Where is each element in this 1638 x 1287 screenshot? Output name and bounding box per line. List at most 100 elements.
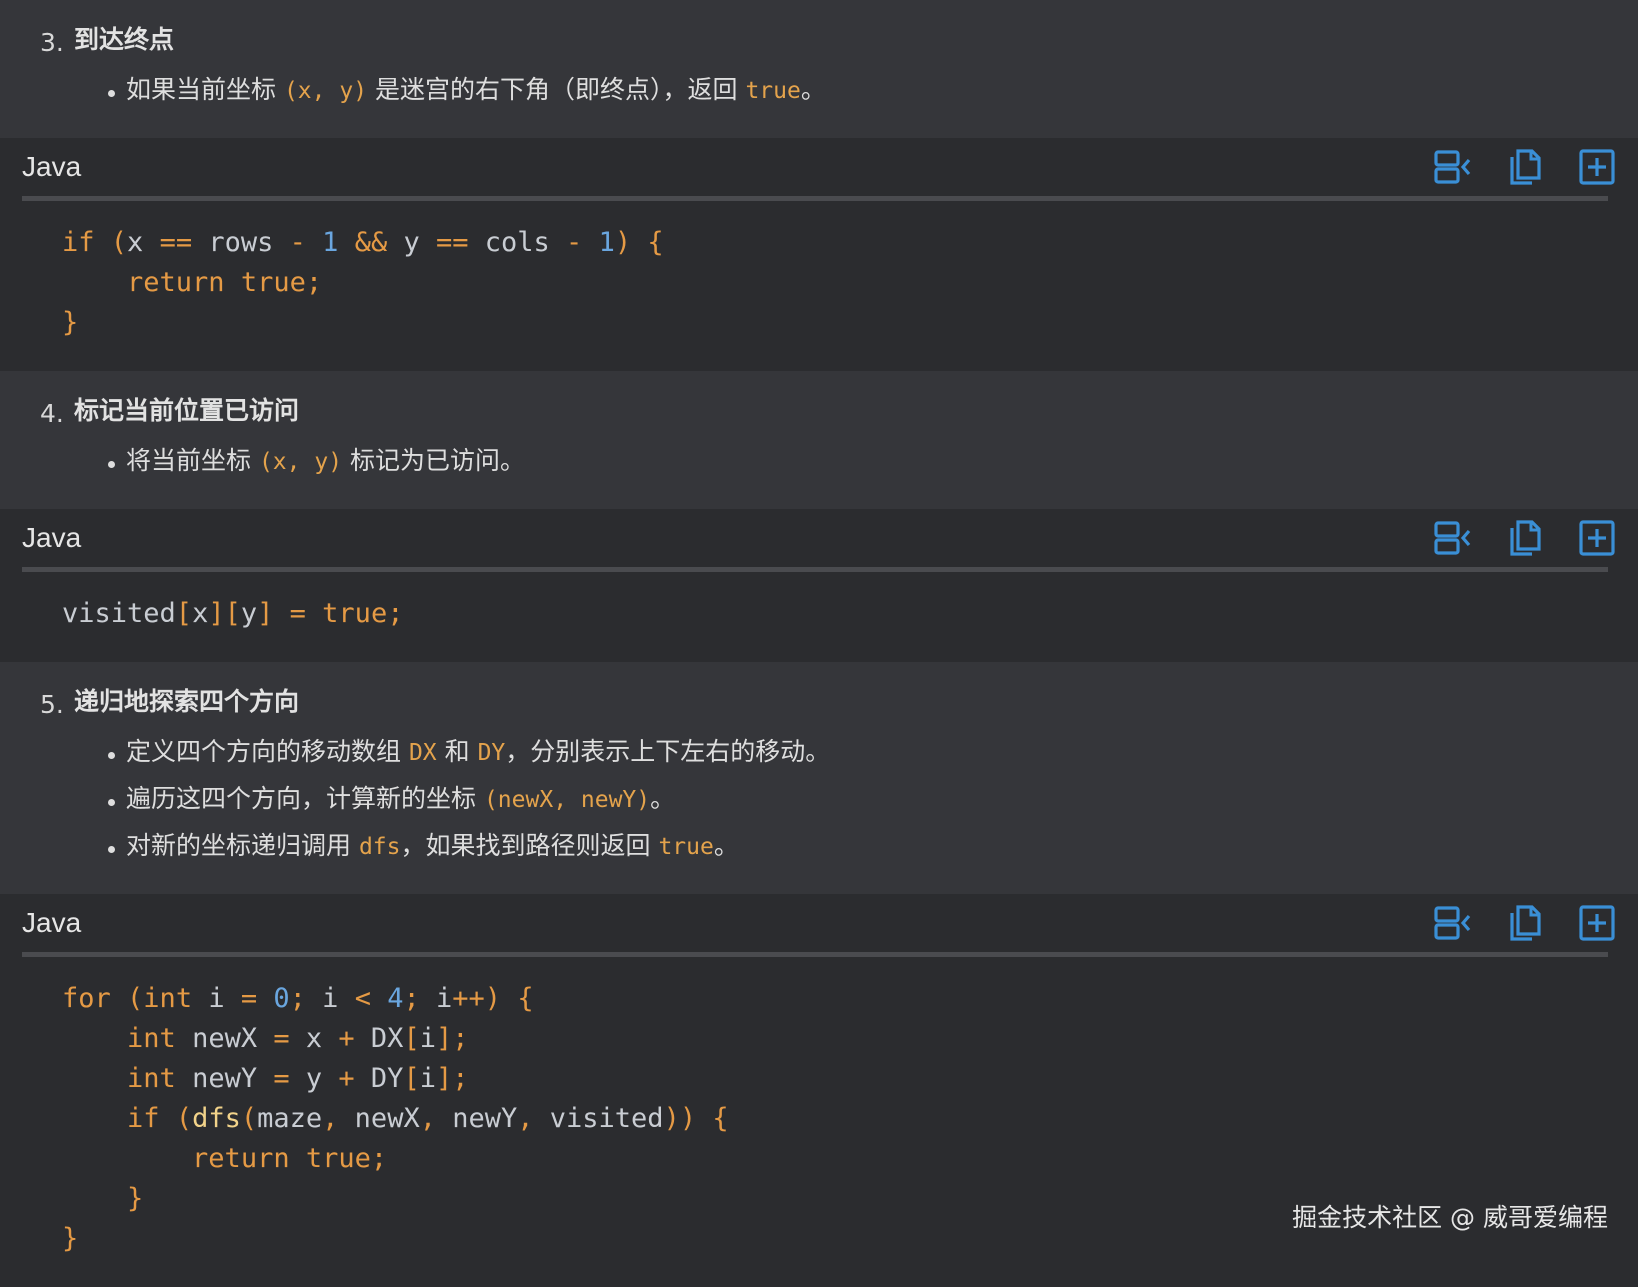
code-token: i	[419, 983, 453, 1014]
code-content[interactable]: for (int i = 0; i < 4; i++) { int newX =…	[0, 957, 1638, 1287]
code-token: {	[712, 1103, 729, 1134]
code-token: )	[614, 227, 632, 258]
copy-icon[interactable]	[1506, 904, 1544, 942]
text-run: 对新的坐标递归调用	[126, 831, 359, 860]
code-content[interactable]: if (x == rows - 1 && y == cols - 1) { re…	[0, 201, 1638, 371]
code-token: (	[175, 1103, 193, 1134]
code-token: ;	[289, 983, 306, 1014]
code-token: [	[403, 1063, 420, 1094]
code-token: i	[419, 1063, 436, 1094]
code-token: ,	[517, 1103, 534, 1134]
bullet-text: 定义四个方向的移动数组 DX 和 DY，分别表示上下左右的移动。	[108, 737, 830, 766]
code-token: y	[240, 598, 258, 629]
code-token: <	[354, 983, 371, 1014]
inline-code: true	[745, 78, 801, 104]
insert-icon[interactable]	[1578, 519, 1616, 557]
text-run: 将当前坐标	[126, 446, 259, 475]
bullet-item: 将当前坐标 (x, y) 标记为已访问。	[0, 438, 1638, 485]
bullet-item: 遍历这四个方向，计算新的坐标 (newX, newY)。	[0, 776, 1638, 823]
code-token: ,	[322, 1103, 339, 1134]
code-token: {	[517, 983, 534, 1014]
insert-icon[interactable]	[1578, 904, 1616, 942]
bullet-list: 如果当前坐标 (x, y) 是迷宫的右下角（即终点），返回 true。	[0, 67, 1638, 114]
copy-icon[interactable]	[1506, 148, 1544, 186]
code-token: i	[305, 983, 355, 1014]
step-title: 递归地探索四个方向	[74, 687, 300, 716]
code-token: x	[289, 1023, 339, 1054]
code-token: 1	[322, 227, 339, 258]
bullet-list: 定义四个方向的移动数组 DX 和 DY，分别表示上下左右的移动。遍历这四个方向，…	[0, 729, 1638, 870]
code-token: int	[127, 1023, 176, 1054]
code-token: for	[62, 983, 111, 1014]
code-token: -	[566, 227, 583, 258]
code-line: int newX = x + DX[i];	[62, 1023, 468, 1054]
copy-icon[interactable]	[1506, 519, 1544, 557]
collapse-lines-icon[interactable]	[1434, 904, 1472, 942]
collapse-lines-icon[interactable]	[1434, 519, 1472, 557]
inline-code: DY	[477, 740, 506, 766]
collapse-lines-icon[interactable]	[1434, 148, 1472, 186]
text-run: 。	[713, 831, 739, 860]
code-language-label: Java	[22, 522, 82, 553]
code-token: DY	[354, 1063, 404, 1094]
text-run: 。	[650, 784, 676, 813]
code-toolbar	[1434, 519, 1616, 557]
code-token: [	[403, 1023, 420, 1054]
code-token: 4	[387, 983, 404, 1014]
inline-code: (x, y)	[283, 78, 368, 104]
code-token: &&	[354, 227, 388, 258]
text-run: ，如果找到路径则返回	[400, 831, 659, 860]
code-line: }	[62, 307, 78, 338]
code-token: }	[127, 1183, 144, 1214]
bullet-item: 如果当前坐标 (x, y) 是迷宫的右下角（即终点），返回 true。	[0, 67, 1638, 114]
code-token: }	[62, 307, 79, 338]
code-token: newX	[175, 1023, 274, 1054]
code-token: {	[647, 227, 664, 258]
insert-icon[interactable]	[1578, 148, 1616, 186]
code-line: visited[x][y] = true;	[62, 598, 403, 629]
code-token: newY	[435, 1103, 518, 1134]
text-run: 和	[436, 737, 478, 766]
code-token: (	[110, 227, 128, 258]
code-token: }	[62, 1223, 79, 1254]
code-token: ;	[403, 983, 420, 1014]
code-token: if	[127, 1103, 160, 1134]
code-block: Java visited[x][y] = true;	[0, 509, 1638, 662]
code-token: dfs	[192, 1103, 241, 1134]
step-number: 5.	[40, 690, 64, 719]
code-token: +	[338, 1063, 355, 1094]
step-4-section: 4. 标记当前位置已访问 将当前坐标 (x, y) 标记为已访问。	[0, 371, 1638, 509]
text-run: 如果当前坐标	[126, 75, 284, 104]
code-content[interactable]: visited[x][y] = true;	[0, 572, 1638, 662]
watermark: 掘金技术社区 @ 威哥爱编程	[1292, 1203, 1608, 1232]
bullet-item: 对新的坐标递归调用 dfs，如果找到路径则返回 true。	[0, 823, 1638, 870]
text-run: 定义四个方向的移动数组	[126, 737, 409, 766]
step-number: 4.	[40, 399, 64, 428]
code-language-label: Java	[22, 151, 82, 182]
inline-code: DX	[408, 740, 437, 766]
step-title: 到达终点	[74, 25, 175, 54]
code-token: =	[240, 983, 258, 1014]
code-token: cols	[468, 227, 567, 258]
text-run: 遍历这四个方向，计算新的坐标	[126, 784, 484, 813]
code-token: if	[62, 227, 95, 258]
step-title: 标记当前位置已访问	[74, 396, 300, 425]
code-token: return true;	[192, 1143, 388, 1174]
code-toolbar	[1434, 904, 1616, 942]
code-token: =	[273, 1063, 290, 1094]
code-token: y	[289, 1063, 339, 1094]
code-line: if (x == rows - 1 && y == cols - 1) {	[62, 227, 664, 258]
